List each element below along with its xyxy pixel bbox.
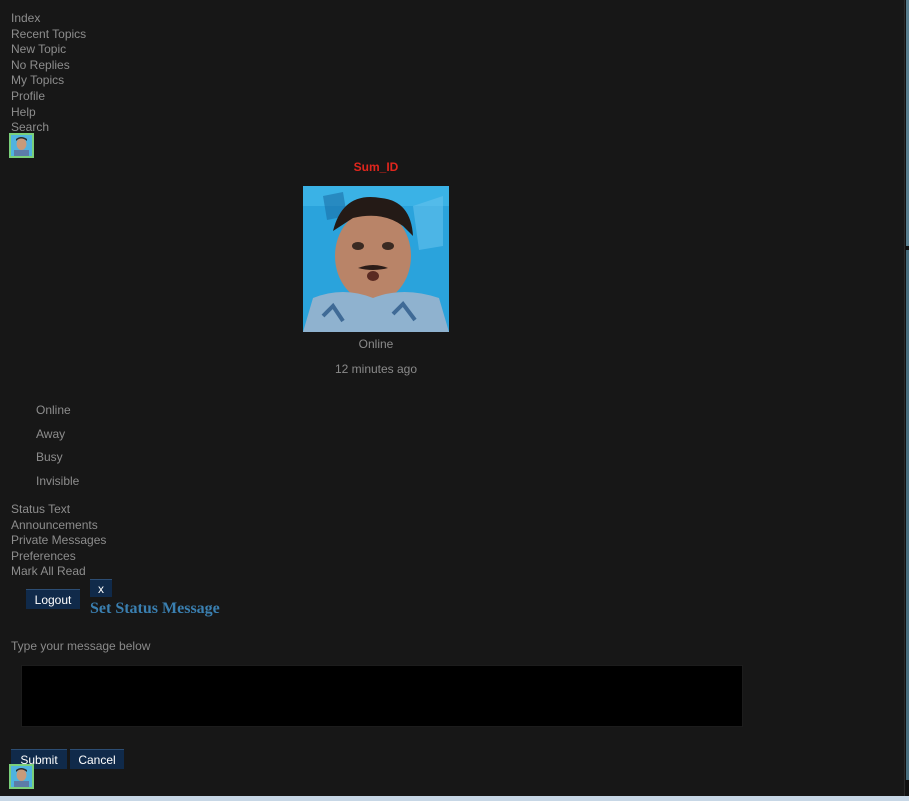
dialog-close-button[interactable]: x — [90, 579, 112, 597]
nav-my-topics-link[interactable]: My Topics — [11, 73, 86, 89]
status-option-invisible[interactable]: Invisible — [36, 474, 79, 488]
user-avatar-thumb-bottom[interactable] — [9, 764, 34, 789]
status-option-online[interactable]: Online — [36, 403, 71, 417]
announcements-link[interactable]: Announcements — [11, 518, 106, 534]
nav-profile-link[interactable]: Profile — [11, 89, 86, 105]
dialog-title: Set Status Message — [90, 600, 220, 617]
user-avatar — [303, 186, 449, 332]
user-avatar-thumb[interactable] — [9, 133, 34, 158]
status-option-busy[interactable]: Busy — [36, 450, 63, 464]
status-text-link[interactable]: Status Text — [11, 502, 106, 518]
user-menu: Status Text Announcements Private Messag… — [11, 502, 106, 580]
nav-new-topic-link[interactable]: New Topic — [11, 42, 86, 58]
nav-help-link[interactable]: Help — [11, 105, 86, 121]
username[interactable]: Sum_ID — [303, 160, 449, 174]
preferences-link[interactable]: Preferences — [11, 549, 106, 565]
top-nav: Index Recent Topics New Topic No Replies… — [11, 11, 86, 136]
logout-button[interactable]: Logout — [26, 589, 80, 609]
nav-no-replies-link[interactable]: No Replies — [11, 58, 86, 74]
cancel-button[interactable]: Cancel — [70, 749, 124, 769]
mark-all-read-link[interactable]: Mark All Read — [11, 564, 106, 580]
nav-index-link[interactable]: Index — [11, 11, 86, 27]
user-status-text: Online — [358, 337, 394, 351]
nav-recent-topics-link[interactable]: Recent Topics — [11, 27, 86, 43]
horizontal-scrollbar[interactable] — [0, 796, 909, 801]
private-messages-link[interactable]: Private Messages — [11, 533, 106, 549]
status-option-away[interactable]: Away — [36, 427, 65, 441]
status-message-input[interactable] — [21, 665, 743, 727]
dialog-prompt: Type your message below — [11, 639, 151, 653]
last-seen-text: 12 minutes ago — [334, 362, 418, 376]
